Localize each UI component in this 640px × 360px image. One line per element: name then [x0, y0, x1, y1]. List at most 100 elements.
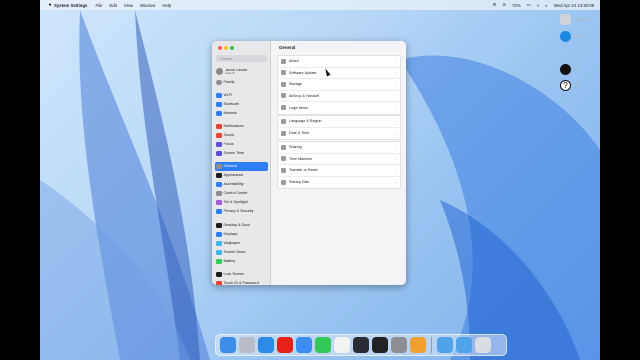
accessibility-icon — [216, 181, 222, 187]
youtube-icon[interactable] — [277, 337, 293, 353]
battery-percent[interactable]: 72% — [512, 3, 521, 8]
sidebar-item-screen-time[interactable]: Screen Time — [215, 149, 268, 158]
control-center-icon[interactable]: ◐ — [545, 3, 548, 8]
menu-edit[interactable]: Edit — [109, 3, 116, 8]
language-region-icon — [281, 118, 286, 124]
gear-status-icon[interactable]: ⚙ — [493, 2, 497, 8]
settings-row-storage[interactable]: Storage › — [278, 79, 400, 91]
menu-file[interactable]: File — [95, 3, 102, 8]
downloads-icon[interactable] — [455, 337, 472, 353]
wi-fi-icon — [216, 92, 222, 98]
sidebar-item-notifications[interactable]: Notifications — [215, 122, 268, 131]
sidebar-item-control-center[interactable]: Control Center — [215, 189, 268, 198]
settings-row-startup-disk[interactable]: Startup Disk › — [278, 177, 400, 189]
app-menu[interactable]: System Settings — [54, 3, 87, 8]
settings-row-label: Sharing — [289, 145, 302, 150]
drive-icon — [560, 14, 571, 25]
settings-row-login-items[interactable]: Login Items › — [278, 102, 400, 114]
folder-icon[interactable] — [436, 337, 453, 353]
sidebar-item-screen-saver[interactable]: Screen Saver — [215, 248, 268, 257]
chevron-right-icon: › — [395, 105, 397, 111]
sidebar-item-accessibility[interactable]: Accessibility — [215, 180, 268, 189]
terminal-icon[interactable] — [372, 337, 388, 353]
finder-icon[interactable] — [220, 337, 236, 353]
settings-row-language-region[interactable]: Language & Region › — [278, 116, 400, 128]
sidebar-item-touch-id-password[interactable]: Touch ID & Password — [215, 279, 268, 285]
sidebar-item-label: Sound — [223, 133, 235, 138]
main-pane: General About › Software Update › Storage › Ai… — [271, 41, 406, 285]
sidebar-item-wallpaper[interactable]: Wallpaper — [215, 239, 268, 248]
desktop-item[interactable]: Shazam — [560, 31, 596, 42]
desktop-item[interactable]: ? Help — [560, 80, 596, 91]
settings-row-software-update[interactable]: Software Update › — [278, 68, 400, 79]
sidebar-item-general[interactable]: General — [215, 162, 268, 171]
desktop-item[interactable]: App — [560, 64, 596, 75]
desktop-item[interactable]: Macintosh HD — [560, 14, 596, 25]
settings-row-airdrop-handoff[interactable]: AirDrop & Handoff › — [278, 91, 400, 102]
apps-icon[interactable] — [334, 337, 350, 353]
date-time-icon — [281, 130, 286, 136]
sidebar-item-displays[interactable]: Displays — [215, 230, 268, 239]
siri-spotlight-icon — [216, 199, 222, 205]
sidebar-item-bluetooth[interactable]: Bluetooth — [215, 100, 268, 109]
settings-row-label: About — [289, 59, 299, 64]
apple-icon[interactable]: ● — [46, 2, 54, 8]
apple-id-item[interactable]: Jacob Lavoie Apple ID — [216, 66, 268, 77]
sidebar-item-label: Network — [223, 111, 238, 116]
battery-icon[interactable]: ▭ — [527, 2, 531, 8]
sidebar-item-appearance[interactable]: Appearance — [215, 171, 268, 180]
search-status-icon[interactable]: ⌕ — [537, 3, 539, 8]
bluetooth-icon — [216, 101, 222, 107]
focus-icon — [216, 141, 222, 147]
desktop-item-label: Macintosh HD — [574, 18, 591, 21]
messages-icon[interactable] — [315, 337, 331, 353]
menu-bar: ● System Settings File Edit View Window … — [40, 0, 600, 10]
screen-time-icon — [216, 150, 222, 156]
settings-row-transfer-or-reset[interactable]: Transfer or Reset › — [278, 165, 400, 177]
sidebar-item-battery[interactable]: Battery — [215, 257, 268, 266]
menu-view[interactable]: View — [124, 3, 133, 8]
chevron-right-icon: › — [395, 144, 397, 150]
safari-icon[interactable] — [258, 337, 274, 353]
sidebar-item-lock-screen[interactable]: Lock Screen — [215, 270, 268, 279]
settings-row-time-machine[interactable]: Time Machine › — [278, 154, 400, 165]
wifi-icon[interactable]: ≋ — [502, 2, 506, 8]
about-icon — [281, 58, 286, 64]
sidebar-item-label: Notifications — [223, 124, 244, 129]
settings-row-label: Date & Time — [289, 131, 310, 136]
sidebar-item-desktop-dock[interactable]: Desktop & Dock — [215, 221, 268, 230]
sidebar-item-focus[interactable]: Focus — [215, 140, 268, 149]
sidebar-item-label: Screen Saver — [223, 250, 246, 255]
zoom-button[interactable] — [230, 46, 234, 50]
settings-row-label: Transfer or Reset — [289, 168, 318, 173]
clock[interactable]: Wed Apr 24 13:30:09 — [554, 3, 594, 8]
settings-icon[interactable] — [391, 337, 407, 353]
search-field[interactable]: ⌕ Search — [216, 55, 267, 62]
xcode-icon[interactable] — [410, 337, 426, 353]
sidebar-item-label: Wi-Fi — [223, 93, 233, 98]
menu-window[interactable]: Window — [140, 3, 155, 8]
minimize-button[interactable] — [224, 46, 228, 50]
sidebar-item-family[interactable]: Family — [215, 78, 268, 87]
sidebar-item-label: Siri & Spotlight — [223, 200, 248, 205]
sidebar-item-label: Displays — [223, 232, 238, 237]
chevron-right-icon: › — [395, 156, 397, 162]
sidebar-item-wi-fi[interactable]: Wi-Fi — [215, 91, 268, 100]
desktop-item-label: App — [574, 68, 579, 71]
trash-icon[interactable] — [474, 337, 491, 353]
settings-row-sharing[interactable]: Sharing › — [278, 142, 400, 154]
sidebar-item-sound[interactable]: Sound — [215, 131, 268, 140]
mail-icon[interactable] — [296, 337, 312, 353]
launchpad-icon[interactable] — [239, 337, 255, 353]
startup-disk-icon — [281, 179, 286, 185]
sidebar-item-privacy-security[interactable]: Privacy & Security — [215, 207, 268, 216]
settings-row-about[interactable]: About › — [278, 56, 400, 68]
settings-row-date-time[interactable]: Date & Time › — [278, 128, 400, 140]
davinci-icon[interactable] — [353, 337, 369, 353]
settings-group: Sharing › Time Machine › Transfer or Reset › S… — [277, 141, 401, 189]
menu-help[interactable]: Help — [162, 3, 171, 8]
search-placeholder: Search — [221, 56, 233, 61]
sidebar-item-network[interactable]: Network — [215, 109, 268, 118]
sidebar-item-siri-spotlight[interactable]: Siri & Spotlight — [215, 198, 268, 207]
close-button[interactable] — [218, 46, 222, 50]
